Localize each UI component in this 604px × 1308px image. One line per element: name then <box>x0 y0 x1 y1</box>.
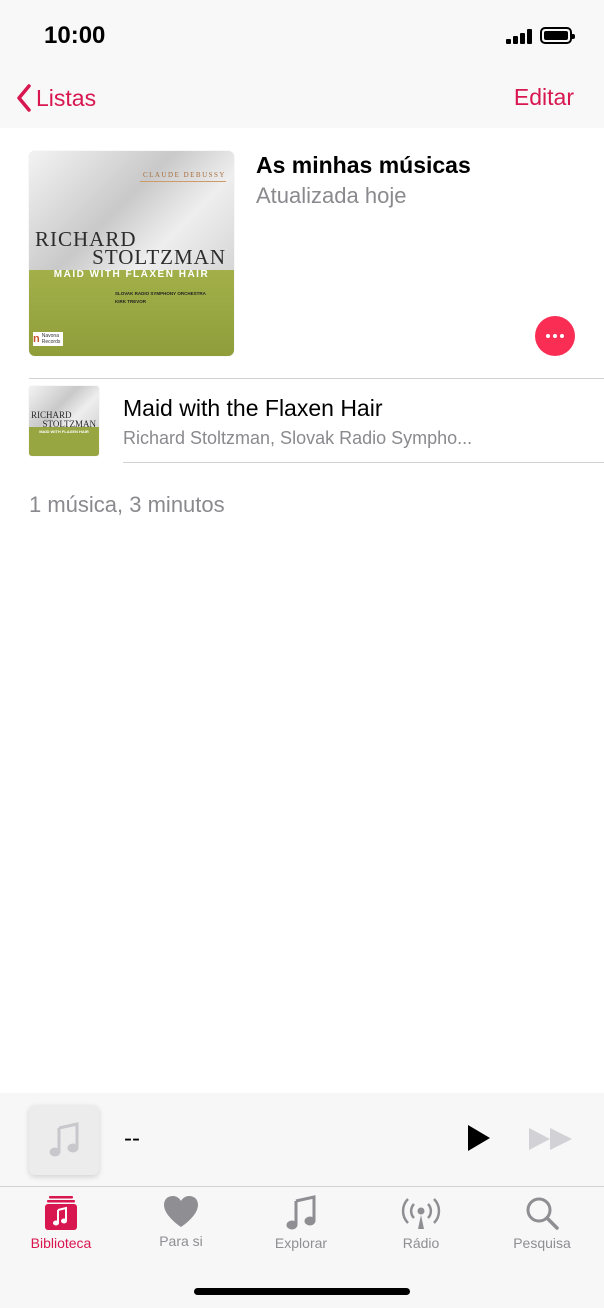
chevron-left-icon <box>17 84 31 112</box>
heart-icon <box>164 1196 198 1227</box>
home-indicator[interactable] <box>194 1288 410 1295</box>
status-bar: 10:00 <box>0 0 604 70</box>
back-label: Listas <box>36 84 97 111</box>
more-options-button[interactable] <box>535 316 575 356</box>
back-button[interactable]: Listas <box>16 80 96 116</box>
song-artist: Richard Stoltzman, Slovak Radio Sympho..… <box>123 428 473 448</box>
tab-browse-label: Explorar <box>274 1235 328 1251</box>
tab-library[interactable]: Biblioteca <box>6 1195 116 1259</box>
song-artwork: RICHARD STOLTZMAN MAID WITH FLAXEN HAIR <box>29 386 99 456</box>
music-note-icon <box>49 1122 79 1157</box>
mini-player-artwork[interactable] <box>29 1105 99 1175</box>
artwork-composer: CLAUDE DEBUSSY <box>142 171 226 179</box>
tab-library-label: Biblioteca <box>30 1235 92 1251</box>
artwork-album-title: MAID WITH FLAXEN HAIR <box>53 269 210 280</box>
artwork-artist-line2: STOLTZMAN <box>92 245 226 269</box>
music-note-icon <box>286 1195 316 1230</box>
artwork-conductor: KIRK TREVOR <box>115 299 147 304</box>
playlist-title: As minhas músicas <box>256 152 471 178</box>
playlist-summary: 1 música, 3 minutos <box>29 492 225 517</box>
playlist-artwork[interactable]: CLAUDE DEBUSSY RICHARD STOLTZMAN MAID WI… <box>29 151 234 356</box>
status-time: 10:00 <box>44 22 106 49</box>
play-icon <box>468 1125 490 1151</box>
fast-forward-icon <box>529 1128 572 1150</box>
library-icon <box>45 1196 77 1230</box>
artwork-orchestra: SLOVAK RADIO SYMPHONY ORCHESTRA <box>115 291 206 296</box>
tab-radio-label: Rádio <box>402 1235 440 1251</box>
navigation-bar: Listas Editar <box>0 70 604 128</box>
mini-player[interactable]: -- <box>0 1093 604 1186</box>
song-row[interactable]: RICHARD STOLTZMAN MAID WITH FLAXEN HAIR … <box>0 379 604 463</box>
tab-for-you[interactable]: Para si <box>126 1195 236 1259</box>
radio-icon <box>401 1198 441 1229</box>
search-icon <box>526 1197 559 1230</box>
tab-for-you-label: Para si <box>159 1233 203 1249</box>
tab-search-label: Pesquisa <box>513 1235 571 1251</box>
divider <box>123 462 604 463</box>
play-button[interactable] <box>466 1123 492 1158</box>
battery-icon <box>540 27 575 44</box>
playlist-subtitle: Atualizada hoje <box>256 183 407 208</box>
signal-icon <box>506 28 536 44</box>
mini-player-title: -- <box>124 1125 140 1152</box>
song-title: Maid with the Flaxen Hair <box>123 395 383 421</box>
record-label-logo: n Navona Records <box>33 332 63 346</box>
edit-button[interactable]: Editar <box>514 84 574 111</box>
skip-forward-button[interactable] <box>528 1127 574 1156</box>
tab-search[interactable]: Pesquisa <box>487 1195 597 1259</box>
tab-browse[interactable]: Explorar <box>246 1195 356 1259</box>
ellipsis-icon <box>546 334 550 338</box>
tab-radio[interactable]: Rádio <box>366 1195 476 1259</box>
